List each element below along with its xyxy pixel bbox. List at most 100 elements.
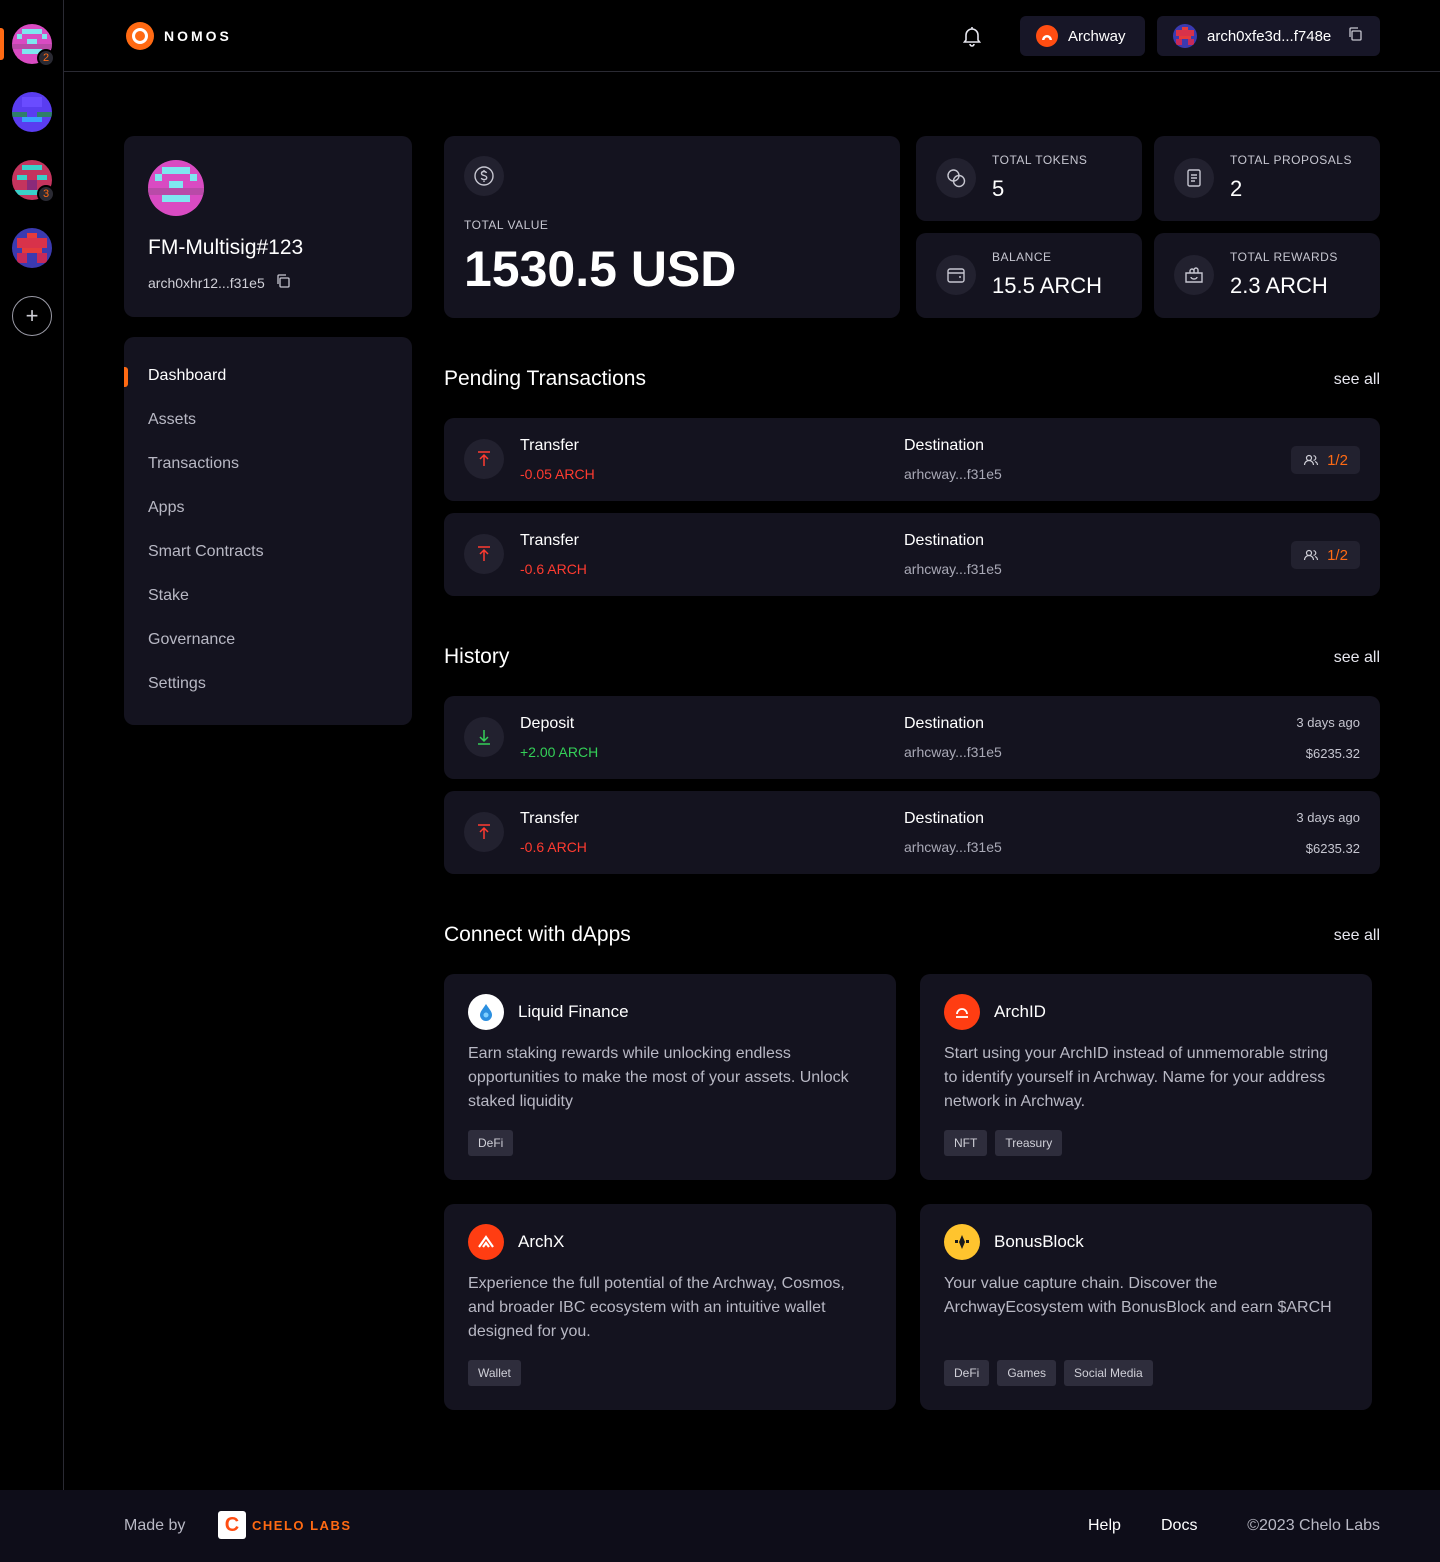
- plus-icon: +: [25, 303, 39, 328]
- tx-destination-address: arhcway...f31e5: [904, 466, 1002, 482]
- tx-type: Transfer: [520, 810, 579, 827]
- sidebar-item-transactions[interactable]: Transactions: [148, 455, 239, 473]
- signatures-badge[interactable]: 1/2: [1291, 446, 1360, 474]
- archx-logo-icon: [468, 1224, 504, 1260]
- account-address: arch0xfe3d...f748e: [1207, 27, 1332, 45]
- pending-transactions-title: Pending Transactions: [444, 367, 646, 390]
- dapp-tags: DeFi Games Social Media: [944, 1360, 1153, 1386]
- brand-logo[interactable]: NOMOS: [126, 22, 232, 50]
- tx-destination-label: Destination: [904, 810, 985, 827]
- network-selector-button[interactable]: Archway: [1020, 16, 1145, 56]
- dapp-card-archx[interactable]: ArchX Experience the full potential of t…: [444, 1204, 896, 1410]
- wallet-avatar-4[interactable]: [12, 228, 52, 268]
- bonusblock-logo-icon: [944, 1224, 980, 1260]
- sidebar-nav: Dashboard Assets Transactions Apps Smart…: [124, 337, 412, 725]
- dapp-description: Start using your ArchID instead of unmem…: [944, 1045, 1329, 1110]
- wallet-1-count-badge: 2: [37, 49, 55, 67]
- dapp-tags: Wallet: [468, 1360, 521, 1386]
- dapp-tag: NFT: [944, 1130, 988, 1156]
- total-proposals-value: 2: [1230, 176, 1243, 201]
- pending-see-all-link[interactable]: see all: [1334, 371, 1380, 389]
- total-rewards-value: 2.3 ARCH: [1230, 273, 1328, 298]
- total-proposals-card: TOTAL PROPOSALS 2: [1154, 136, 1380, 221]
- history-see-all-link[interactable]: see all: [1334, 649, 1380, 667]
- company-name: CHELO LABS: [252, 1517, 352, 1533]
- chelo-labs-link[interactable]: C CHELO LABS: [218, 1511, 352, 1539]
- pending-tx-row[interactable]: Transfer -0.6 ARCH Destination arhcway..…: [444, 513, 1380, 596]
- safe-name: FM-Multisig#123: [148, 236, 304, 259]
- arrow-down-icon: [464, 717, 504, 757]
- tx-usd-value: $6235.32: [1305, 841, 1360, 856]
- dapps-title: Connect with dApps: [444, 923, 631, 946]
- signatures-count: 1/2: [1327, 546, 1348, 564]
- coins-icon: [936, 158, 976, 198]
- tx-destination-label: Destination: [904, 437, 985, 454]
- top-header: NOMOS Archway arch0xfe3d...f748e: [64, 0, 1440, 72]
- arrow-up-icon: [464, 812, 504, 852]
- docs-link[interactable]: Docs: [1161, 1517, 1197, 1535]
- dapp-card-bonusblock[interactable]: BonusBlock Your value capture chain. Dis…: [920, 1204, 1372, 1410]
- dapp-tag: Social Media: [1064, 1360, 1153, 1386]
- tx-time: 3 days ago: [1296, 810, 1360, 825]
- liquid-finance-logo-icon: [468, 994, 504, 1030]
- dapp-card-archid[interactable]: ArchID Start using your ArchID instead o…: [920, 974, 1372, 1180]
- tx-usd-value: $6235.32: [1305, 746, 1360, 761]
- tx-destination-address: arhcway...f31e5: [904, 744, 1002, 760]
- copy-icon[interactable]: [275, 273, 291, 292]
- history-title: History: [444, 645, 510, 668]
- sidebar-item-apps[interactable]: Apps: [148, 499, 184, 517]
- dapp-description: Earn staking rewards while unlocking end…: [468, 1045, 849, 1110]
- wallet-avatar-2[interactable]: [12, 92, 52, 132]
- help-link[interactable]: Help: [1088, 1517, 1121, 1535]
- sidebar-item-smart-contracts[interactable]: Smart Contracts: [148, 543, 264, 561]
- total-tokens-card: TOTAL TOKENS 5: [916, 136, 1142, 221]
- dapp-tags: NFT Treasury: [944, 1130, 1063, 1156]
- dapp-name: ArchX: [518, 1232, 565, 1251]
- tx-type: Deposit: [520, 715, 575, 732]
- safe-address: arch0xhr12...f31e5: [148, 274, 265, 291]
- total-rewards-label: TOTAL REWARDS: [1230, 250, 1338, 264]
- wallet-rail: 2 3 +: [0, 0, 64, 1502]
- sidebar-item-settings[interactable]: Settings: [148, 675, 206, 693]
- dapp-tag: Wallet: [468, 1360, 521, 1386]
- tx-time: 3 days ago: [1296, 715, 1360, 730]
- dapps-see-all-link[interactable]: see all: [1334, 927, 1380, 945]
- arrow-up-icon: [464, 534, 504, 574]
- sidebar-item-governance[interactable]: Governance: [148, 631, 235, 649]
- sidebar-item-stake[interactable]: Stake: [148, 587, 189, 605]
- signatures-badge[interactable]: 1/2: [1291, 541, 1360, 569]
- dapp-tag: Games: [997, 1360, 1057, 1386]
- dapp-tags: DeFi: [468, 1130, 514, 1156]
- notifications-button[interactable]: [960, 24, 984, 48]
- sidebar-item-dashboard[interactable]: Dashboard: [148, 367, 226, 385]
- signatures-count: 1/2: [1327, 451, 1348, 469]
- page-footer: Made by C CHELO LABS Help Docs ©2023 Che…: [0, 1490, 1440, 1562]
- account-address-button[interactable]: arch0xfe3d...f748e: [1157, 16, 1380, 56]
- add-wallet-button[interactable]: +: [12, 296, 52, 336]
- copy-icon[interactable]: [1347, 26, 1363, 46]
- pending-tx-row[interactable]: Transfer -0.05 ARCH Destination arhcway.…: [444, 418, 1380, 501]
- rewards-icon: [1174, 255, 1214, 295]
- chelo-labs-logo-icon: C: [218, 1511, 246, 1539]
- dapp-name: ArchID: [994, 1002, 1046, 1021]
- total-tokens-label: TOTAL TOKENS: [992, 153, 1088, 167]
- balance-card: BALANCE 15.5 ARCH: [916, 233, 1142, 318]
- safe-profile-card: FM-Multisig#123 arch0xhr12...f31e5: [124, 136, 412, 317]
- archid-logo-icon: [944, 994, 980, 1030]
- safe-address-row: arch0xhr12...f31e5: [148, 273, 291, 292]
- safe-avatar: [148, 160, 204, 216]
- tx-destination-label: Destination: [904, 532, 985, 549]
- total-tokens-value: 5: [992, 176, 1005, 201]
- archway-icon: [1036, 25, 1058, 47]
- dapp-card-liquid-finance[interactable]: Liquid Finance Earn staking rewards whil…: [444, 974, 896, 1180]
- tx-type: Transfer: [520, 437, 579, 454]
- copyright-text: ©2023 Chelo Labs: [1247, 1517, 1380, 1534]
- users-icon: [1303, 454, 1319, 466]
- total-value-label: TOTAL VALUE: [464, 218, 549, 232]
- bell-icon: [962, 27, 982, 47]
- arrow-up-icon: [464, 439, 504, 479]
- history-tx-row[interactable]: Deposit +2.00 ARCH Destination arhcway..…: [444, 696, 1380, 779]
- history-tx-row[interactable]: Transfer -0.6 ARCH Destination arhcway..…: [444, 791, 1380, 874]
- sidebar-item-assets[interactable]: Assets: [148, 411, 196, 429]
- users-icon: [1303, 549, 1319, 561]
